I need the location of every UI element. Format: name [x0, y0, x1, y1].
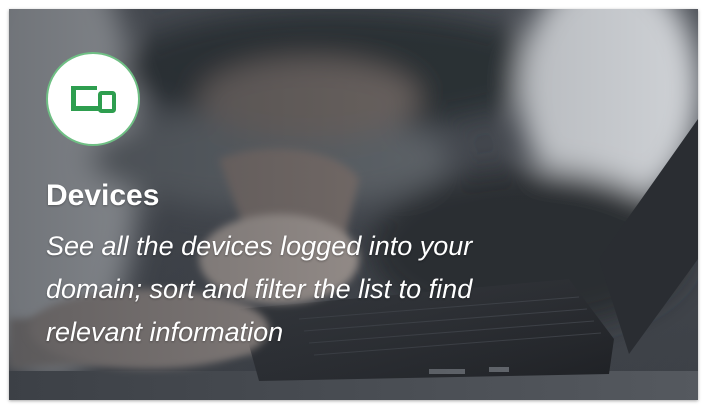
devices-card[interactable]: Devices See all the devices logged into … [9, 9, 698, 400]
devices-icon-badge [46, 52, 140, 146]
devices-icon [71, 86, 116, 113]
card-description: See all the devices logged into your dom… [46, 231, 473, 347]
card-title: Devices [46, 179, 160, 212]
